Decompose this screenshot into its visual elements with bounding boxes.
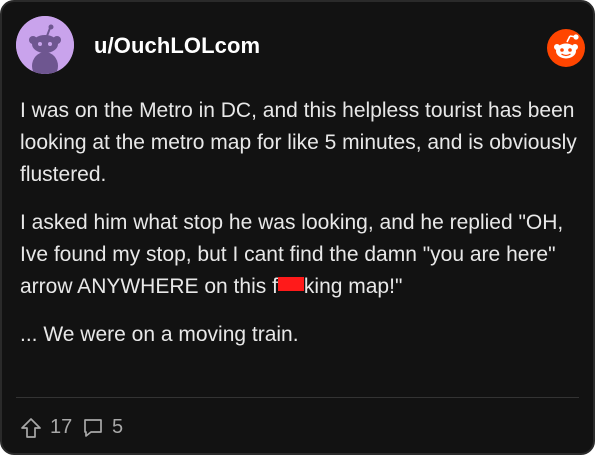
snoo-avatar-icon — [16, 16, 74, 74]
divider — [16, 397, 579, 398]
post-header: u/OuchLOLcom — [16, 16, 586, 76]
paragraph-3: ... We were on a moving train. — [20, 323, 299, 346]
comments-button[interactable]: 5 — [82, 416, 123, 439]
comment-count: 5 — [112, 416, 124, 438]
post-body: I was on the Metro in DC, and this helpl… — [20, 95, 585, 367]
redaction-block — [277, 277, 304, 291]
username[interactable]: u/OuchLOLcom — [94, 33, 260, 59]
upvote-arrow-icon — [21, 417, 41, 438]
user-avatar[interactable] — [16, 16, 74, 74]
upvote-count: 17 — [50, 416, 73, 438]
post-card: u/OuchLOLcom I was on the Metro in DC, a… — [0, 0, 595, 455]
paragraph-1: I was on the Metro in DC, and this helpl… — [20, 99, 577, 186]
paragraph-2-end: king map!" — [303, 275, 403, 298]
paragraph-2: I asked him what stop he was looking, an… — [20, 207, 585, 303]
upvote-button[interactable]: 17 — [20, 416, 72, 439]
comment-bubble-icon — [84, 418, 102, 437]
reddit-logo-icon — [546, 28, 586, 68]
